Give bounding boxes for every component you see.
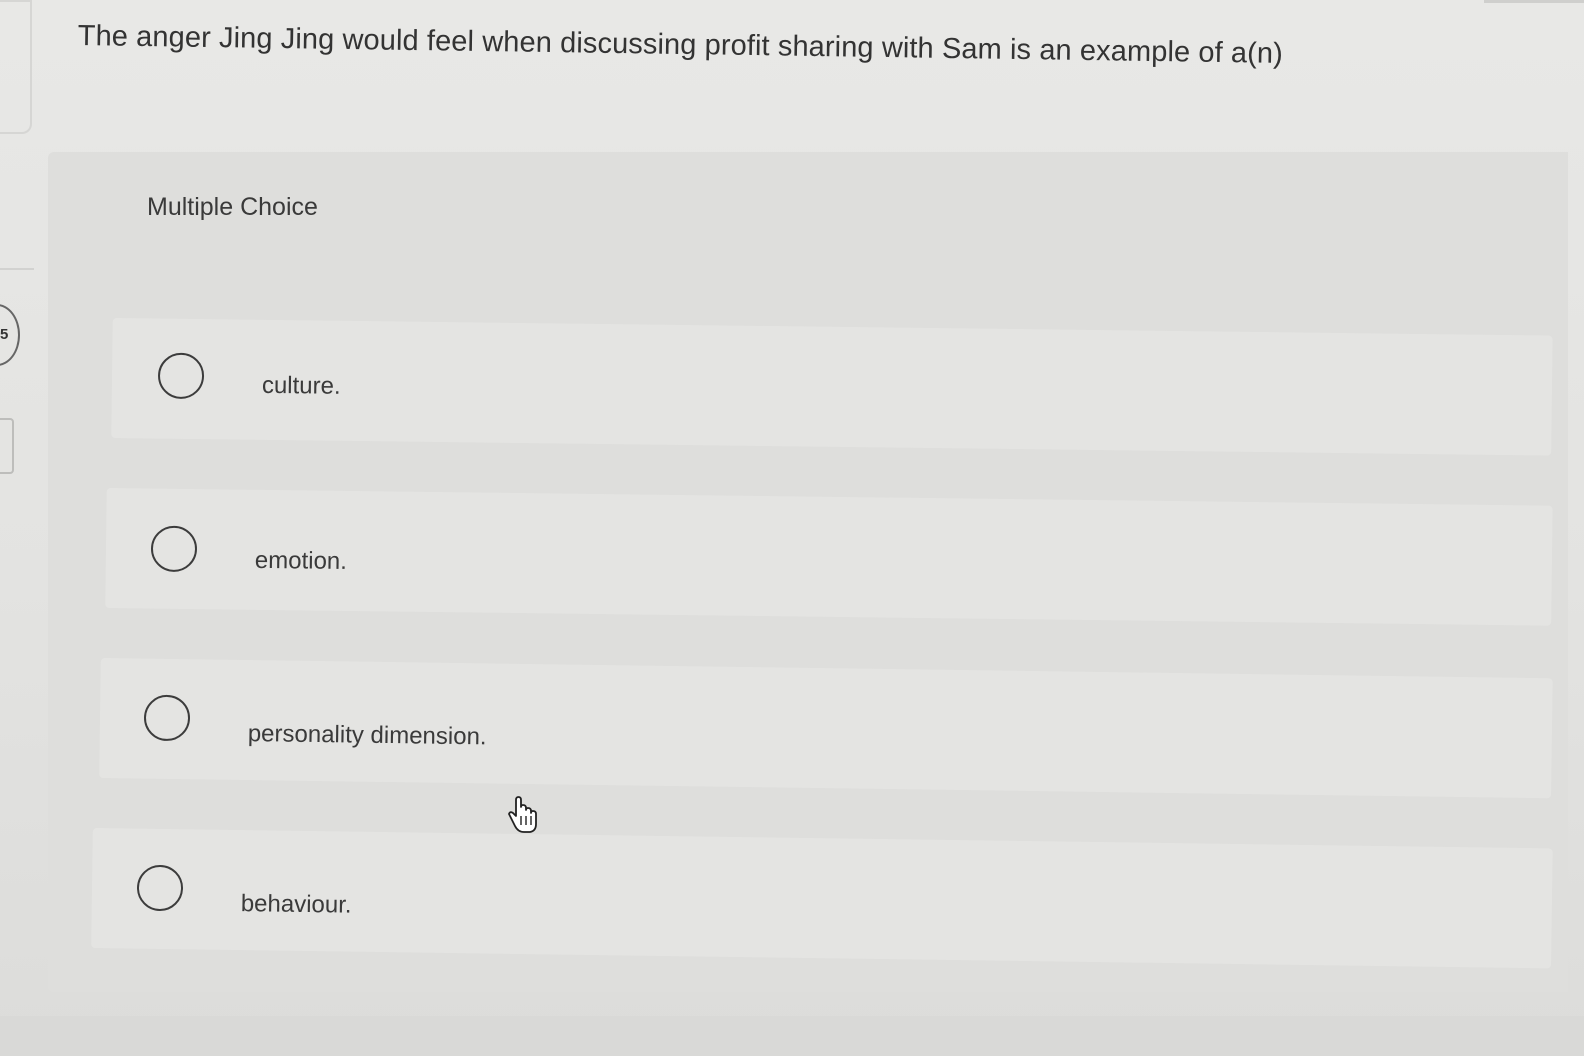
option-label: personality dimension. [247,720,487,751]
radio-button[interactable] [136,864,184,912]
radio-button[interactable] [157,352,205,400]
radio-button[interactable] [150,525,198,573]
option-row-behaviour[interactable]: behaviour. [91,828,1553,969]
option-label: culture. [261,371,341,400]
option-label: behaviour. [240,890,352,919]
bottom-bar [0,1016,1584,1056]
option-row-culture[interactable]: culture. [111,318,1553,456]
hand-pointer-icon [508,796,537,833]
option-row-emotion[interactable]: emotion. [105,488,1553,626]
quiz-page: 5 The anger Jing Jing would feel when di… [0,0,1584,1056]
question-type-label: Multiple Choice [147,193,318,221]
question-number-text: 5 [0,326,9,343]
option-label: emotion. [254,546,348,575]
option-row-personality-dimension[interactable]: personality dimension. [99,658,1553,799]
left-edge-box [0,418,14,474]
top-divider [1484,0,1584,3]
question-text: The anger Jing Jing would feel when disc… [77,20,1284,70]
radio-button[interactable] [143,694,191,742]
left-edge-partial-panel: 5 [0,0,34,1056]
left-edge-divider [0,268,34,270]
left-edge-card [0,0,32,134]
